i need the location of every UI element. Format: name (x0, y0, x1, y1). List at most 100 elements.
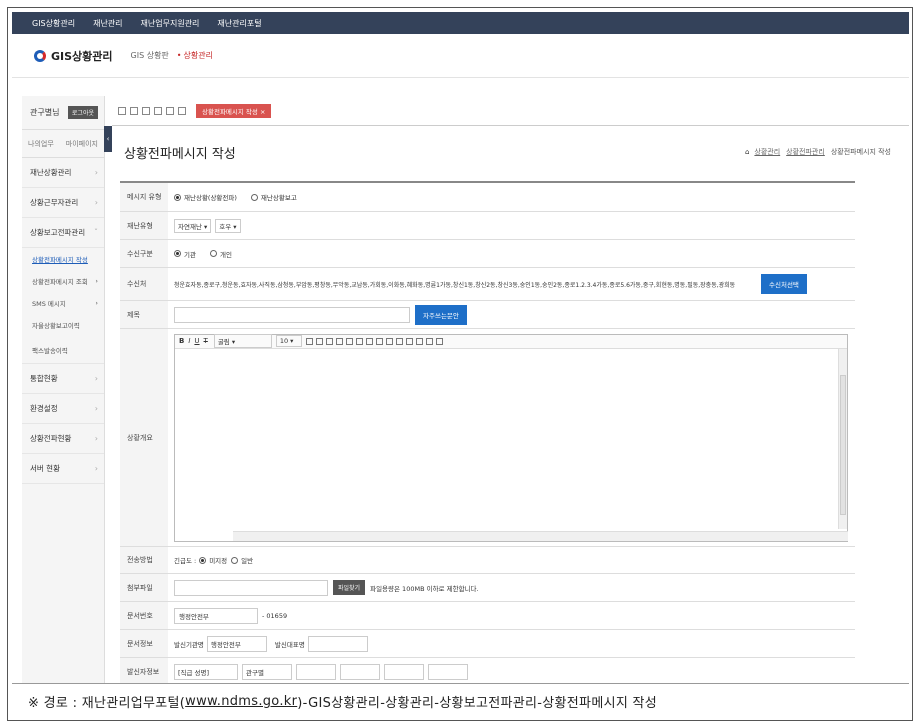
sidebar-subitem-write[interactable]: 상황전파메시지 작성 (22, 248, 104, 270)
sidebar-item-disaster[interactable]: 재난상황관리 › (22, 158, 104, 188)
breadcrumb-item[interactable]: 상황전파관리 (786, 147, 825, 157)
gis-board-link[interactable]: GIS 상황판 (131, 50, 169, 61)
sidebar-subitem-fax[interactable]: 팩스발송이력 (22, 336, 104, 364)
underline-icon[interactable]: U (194, 337, 199, 345)
top-nav-item[interactable]: 재난업무지원관리 (141, 18, 200, 29)
rich-text-editor[interactable]: B I U T 굴림 ▾ 10 ▾ (174, 333, 848, 542)
breadcrumb-current: 상황전파메시지 작성 (830, 148, 891, 156)
font-family-select[interactable]: 굴림 ▾ (213, 334, 272, 348)
sender-rep-input[interactable] (307, 635, 368, 652)
situation-management-link[interactable]: • 상황관리 (177, 50, 213, 61)
indent-icon[interactable] (365, 337, 373, 345)
sidebar-subitem-label: 팩스발송이력 (32, 346, 68, 355)
disaster-subtype-select[interactable]: 호우 ▾ (215, 218, 241, 233)
window-icon[interactable] (142, 106, 150, 115)
sidebar-subitem-search[interactable]: 상황전파메시지 조회 › (22, 270, 104, 292)
sender-rep-label: 발신대표명 (274, 640, 305, 649)
sidebar-collapse-button[interactable]: ‹ (104, 126, 112, 152)
close-all-icon[interactable] (178, 106, 186, 115)
radio-individual[interactable]: 개인 (209, 249, 232, 259)
phone-part-input[interactable] (428, 664, 468, 680)
window-icon[interactable] (118, 106, 126, 115)
top-nav-item[interactable]: 재난관리포털 (217, 18, 261, 29)
field-label: 문서정보 (120, 630, 168, 657)
align-right-icon[interactable] (325, 337, 333, 345)
bold-icon[interactable]: B (179, 337, 184, 345)
sidebar-subitem-label: 상황전파메시지 조회 (32, 278, 88, 286)
strike-icon[interactable]: T (204, 337, 208, 345)
doc-org-input[interactable]: 행정안전부 (174, 607, 258, 624)
tab-active[interactable]: 상황전파메시지 작성 × (196, 103, 272, 118)
attachment-input[interactable] (174, 579, 328, 596)
sidebar-item-settings[interactable]: 환경설정 › (22, 394, 104, 424)
chevron-right-icon: › (94, 168, 98, 177)
disaster-category-select[interactable]: 자연재난 ▾ (174, 218, 212, 233)
special-char-icon[interactable] (425, 337, 433, 345)
breadcrumb-item[interactable]: 상황관리 (754, 147, 780, 157)
outdent-icon[interactable] (375, 337, 383, 345)
sidebar-item-server[interactable]: 서버 현황 › (22, 454, 104, 484)
logout-button[interactable]: 로그아웃 (67, 106, 98, 119)
number-list-icon[interactable] (355, 337, 363, 345)
sidebar-item-duty[interactable]: 상황근무자관리 › (22, 188, 104, 218)
editor-vertical-scrollbar[interactable] (838, 348, 847, 529)
sidebar-item-status[interactable]: 상황전파현황 › (22, 424, 104, 454)
user-name: 관구별님 (30, 108, 60, 117)
sender-name-input[interactable]: 관구별 (242, 664, 292, 680)
top-nav-item[interactable]: 재난관리 (93, 18, 122, 29)
sidebar-item-report[interactable]: 상황보고전파관리 ˇ (22, 218, 104, 248)
recipients-list: 청운효자동,종로구,청운동,효자동,사직동,삼청동,부암동,평창동,무악동,교남… (174, 281, 736, 289)
logo-icon (34, 49, 46, 62)
field-label: 수신구분 (120, 240, 168, 267)
align-left-icon[interactable] (305, 337, 313, 345)
table-icon[interactable] (395, 337, 403, 345)
sidebar-subitem-sms[interactable]: SMS 메시지 › (22, 292, 104, 314)
close-icon[interactable]: × (260, 108, 265, 116)
radio-label: 개인 (219, 250, 232, 259)
radio-icon (209, 250, 217, 257)
radio-unspecified[interactable]: 미지정 (199, 555, 227, 565)
top-nav-item[interactable]: GIS상황관리 (32, 18, 75, 29)
subject-input[interactable] (174, 306, 410, 323)
radio-normal[interactable]: 일반 (231, 555, 253, 565)
my-page-link[interactable]: 마이페이지 (66, 139, 98, 149)
frequent-phrases-button[interactable]: 자주쓰는문안 (415, 304, 467, 325)
brand-name[interactable]: GIS상황관리 (51, 48, 113, 64)
editor-horizontal-scrollbar[interactable] (233, 530, 848, 541)
line-height-icon[interactable] (385, 337, 393, 345)
bullet-list-icon[interactable] (345, 337, 353, 345)
my-work-link[interactable]: 나의업무 (28, 139, 54, 149)
grid-icon[interactable] (154, 106, 162, 115)
italic-icon[interactable]: I (188, 337, 190, 345)
caption: ※ 경로 : 재난관리업무포털(www.ndms.go.kr)-GIS상황관리-… (12, 683, 909, 719)
justify-icon[interactable] (335, 337, 343, 345)
chevron-right-icon: › (95, 277, 98, 285)
phone-part-input[interactable] (340, 664, 380, 680)
radio-disaster-propagate[interactable]: 재난상황(상황전파) (174, 192, 237, 202)
editor-toolbar: B I U T 굴림 ▾ 10 ▾ (175, 334, 847, 349)
doc-number: - 01659 (262, 611, 288, 620)
home-icon[interactable]: ⌂ (745, 148, 749, 156)
field-label: 상황개요 (120, 329, 168, 546)
html-icon[interactable] (435, 337, 443, 345)
browse-file-button[interactable]: 파일찾기 (333, 580, 366, 595)
align-center-icon[interactable] (315, 337, 323, 345)
sidebar-item-label: 환경설정 (30, 404, 58, 413)
sender-title-input[interactable]: [직급 성명] (174, 664, 238, 680)
sidebar-subitem-history[interactable]: 자율상황보고이력 (22, 314, 104, 336)
image-icon[interactable] (405, 337, 413, 345)
window-icon[interactable] (130, 106, 138, 115)
radio-disaster-report[interactable]: 재난상황보고 (250, 192, 297, 202)
link-icon[interactable] (415, 337, 423, 345)
radio-organization[interactable]: 기관 (174, 249, 196, 259)
phone-part-input[interactable] (296, 664, 336, 680)
situation-management-label: 상황관리 (183, 51, 213, 60)
phone-part-input[interactable] (384, 664, 424, 680)
refresh-icon[interactable] (166, 106, 174, 115)
sender-org-input[interactable]: 행정안전부 (206, 635, 267, 652)
sidebar-item-overview[interactable]: 통합현황 › (22, 364, 104, 394)
scroll-thumb[interactable] (840, 374, 846, 515)
font-size-select[interactable]: 10 ▾ (275, 335, 302, 347)
select-recipients-button[interactable]: 수신처선택 (761, 274, 807, 294)
radio-label: 기관 (184, 250, 196, 259)
